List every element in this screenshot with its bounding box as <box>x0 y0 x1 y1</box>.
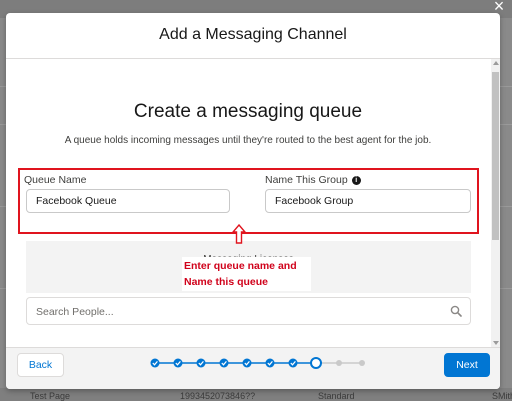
progress-step-complete <box>150 358 160 368</box>
close-icon[interactable]: × <box>490 0 508 15</box>
progress-indicator <box>150 357 365 369</box>
background-cell: Standard <box>318 391 355 401</box>
queue-name-label: Queue Name <box>24 174 87 186</box>
search-icon <box>450 305 462 317</box>
progress-step-complete <box>288 358 298 368</box>
scroll-thumb[interactable] <box>492 72 499 240</box>
search-people-input[interactable]: Search People... <box>26 297 471 325</box>
search-placeholder: Search People... <box>36 306 114 318</box>
annotation-arrow-icon <box>232 224 246 244</box>
modal-title: Add a Messaging Channel <box>159 26 347 43</box>
group-name-label-text: Name This Group <box>265 174 348 186</box>
progress-step-current <box>310 357 322 369</box>
scroll-up-arrow-icon[interactable] <box>493 61 499 65</box>
next-button[interactable]: Next <box>444 353 490 377</box>
background-table-row: Test Page 1993452073846?? Standard SMith <box>0 388 512 401</box>
background-cell: 1993452073846?? <box>180 391 256 401</box>
page-title: Create a messaging queue <box>133 101 363 122</box>
progress-step-complete <box>219 358 229 368</box>
queue-name-input[interactable] <box>26 189 230 213</box>
back-button[interactable]: Back <box>17 353 64 377</box>
annotation-line-1: Enter queue name and <box>184 260 297 272</box>
group-name-input[interactable] <box>265 189 471 213</box>
background-cell: Test Page <box>30 391 71 401</box>
annotation-line-2: Name this queue <box>184 276 269 288</box>
group-name-label: Name This Group i <box>265 174 361 186</box>
info-icon[interactable]: i <box>351 175 361 185</box>
page-subtitle: A queue holds incoming messages until th… <box>64 135 432 146</box>
progress-step-complete <box>242 358 252 368</box>
progress-step-complete <box>196 358 206 368</box>
add-messaging-channel-modal: Add a Messaging Channel Create a messagi… <box>6 13 500 389</box>
background-cell: SMith <box>492 391 512 401</box>
progress-step-complete <box>173 358 183 368</box>
modal-header: Add a Messaging Channel <box>6 13 500 59</box>
modal-body: Create a messaging queue A queue holds i… <box>6 59 490 347</box>
progress-step-complete <box>265 358 275 368</box>
modal-footer: Back Next <box>6 347 500 389</box>
progress-step-pending <box>336 360 342 366</box>
modal-scrollbar[interactable] <box>491 59 500 347</box>
annotation-text: Enter queue name and Name this queue <box>182 257 311 291</box>
progress-step-pending <box>359 360 365 366</box>
scroll-down-arrow-icon[interactable] <box>493 341 499 345</box>
